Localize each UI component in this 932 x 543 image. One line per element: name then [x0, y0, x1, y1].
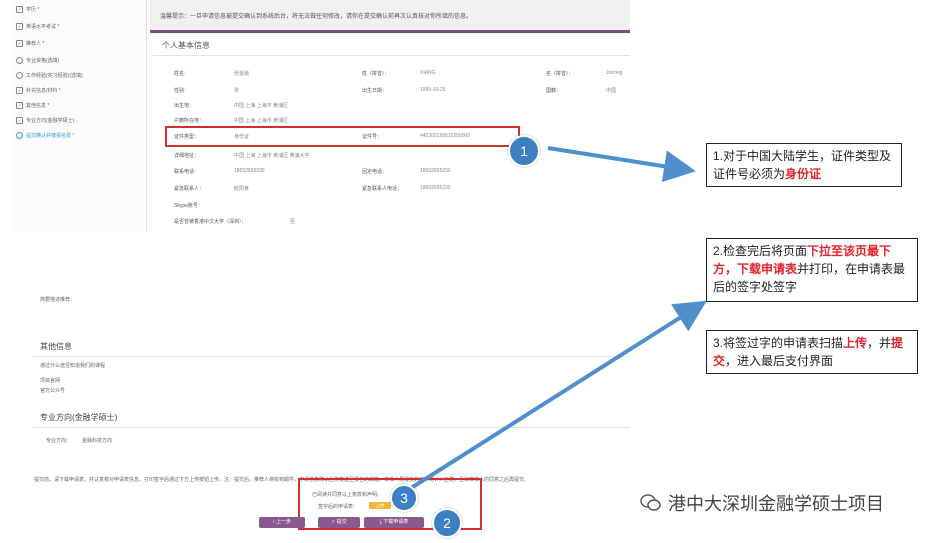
callout-3-emphasis-upload: 上传	[843, 336, 868, 350]
step-marker-1: 1	[508, 135, 540, 167]
arrow-to-callout-2	[406, 300, 707, 492]
callout-2: 2.检查完后将页面下拉至该页最下方，下载申请表并打印，在申请表最后的签字处签字	[706, 238, 918, 302]
wechat-icon	[640, 494, 661, 511]
watermark: 港中大深圳金融学硕士项目	[640, 490, 884, 516]
callout-1: 1.对于中国大陆学生，证件类型及证件号必须为身份证	[706, 143, 902, 187]
step-marker-2: 2	[432, 508, 462, 538]
callout-3: 3.将签过字的申请表扫描上传，并提交，进入最后支付界面	[706, 330, 918, 374]
callout-1-emphasis: 身份证	[785, 167, 822, 181]
arrow-to-callout-1	[547, 146, 696, 183]
step-marker-3: 3	[390, 484, 418, 512]
